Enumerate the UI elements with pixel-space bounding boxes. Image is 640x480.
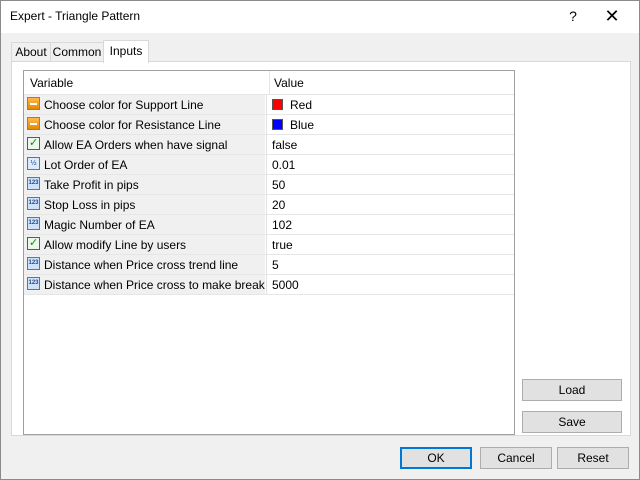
value-text: 20 bbox=[272, 198, 286, 212]
value-cell[interactable]: 50 bbox=[266, 175, 514, 194]
value-cell[interactable]: 102 bbox=[266, 215, 514, 234]
variable-label: Stop Loss in pips bbox=[44, 198, 136, 212]
value-cell[interactable]: Red bbox=[266, 95, 514, 114]
table-row[interactable]: 123 Distance when Price cross trend line… bbox=[24, 255, 514, 275]
variable-cell[interactable]: Allow modify Line by users bbox=[24, 235, 265, 254]
value-cell[interactable]: false bbox=[266, 135, 514, 154]
table-row[interactable]: 123 Distance when Price cross to make br… bbox=[24, 275, 514, 295]
value-cell[interactable]: 5000 bbox=[266, 275, 514, 294]
value-text: false bbox=[272, 138, 298, 152]
value-text: Red bbox=[290, 98, 313, 112]
number-icon: 123 bbox=[27, 177, 40, 190]
table-row[interactable]: ½ Lot Order of EA 0.01 bbox=[24, 155, 514, 175]
variable-label: Choose color for Support Line bbox=[44, 98, 204, 112]
value-text: Blue bbox=[290, 118, 315, 132]
value-text: 5 bbox=[272, 258, 279, 272]
variable-label: Lot Order of EA bbox=[44, 158, 128, 172]
variable-cell[interactable]: Choose color for Support Line bbox=[24, 95, 265, 114]
variable-label: Choose color for Resistance Line bbox=[44, 118, 221, 132]
reset-button[interactable]: Reset bbox=[557, 447, 629, 469]
variable-cell[interactable]: Choose color for Resistance Line bbox=[24, 115, 265, 134]
header-divider[interactable] bbox=[269, 71, 270, 94]
cancel-button[interactable]: Cancel bbox=[480, 447, 552, 469]
table-row[interactable]: Choose color for Support Line Red bbox=[24, 95, 514, 115]
ok-button[interactable]: OK bbox=[400, 447, 472, 469]
table-row[interactable]: Allow EA Orders when have signal false bbox=[24, 135, 514, 155]
number-icon: 123 bbox=[27, 257, 40, 270]
table-row[interactable]: Allow modify Line by users true bbox=[24, 235, 514, 255]
table-row[interactable]: 123 Take Profit in pips 50 bbox=[24, 175, 514, 195]
variable-label: Magic Number of EA bbox=[44, 218, 155, 232]
inputs-panel: Variable Value Choose color for Support … bbox=[11, 61, 631, 436]
variable-cell[interactable]: 123 Magic Number of EA bbox=[24, 215, 265, 234]
table-row[interactable]: Choose color for Resistance Line Blue bbox=[24, 115, 514, 135]
help-button[interactable]: ? bbox=[564, 5, 582, 27]
bool-icon bbox=[27, 136, 40, 150]
table-row[interactable]: 123 Magic Number of EA 102 bbox=[24, 215, 514, 235]
variable-cell[interactable]: 123 Distance when Price cross to make br… bbox=[24, 275, 295, 294]
value-text: 50 bbox=[272, 178, 286, 192]
window-title: Expert - Triangle Pattern bbox=[10, 9, 141, 23]
value-text: true bbox=[272, 238, 293, 252]
dialog-window: Expert - Triangle Pattern ? ✕ About Comm… bbox=[0, 0, 640, 480]
bool-icon bbox=[27, 236, 40, 250]
variable-cell[interactable]: Allow EA Orders when have signal bbox=[24, 135, 265, 154]
color-swatch bbox=[272, 99, 283, 110]
value-column-header[interactable]: Value bbox=[274, 76, 304, 90]
value-cell[interactable]: 5 bbox=[266, 255, 514, 274]
grid-header: Variable Value bbox=[24, 71, 514, 95]
variable-cell[interactable]: 123 Distance when Price cross trend line bbox=[24, 255, 265, 274]
value-cell[interactable]: 20 bbox=[266, 195, 514, 214]
save-button[interactable]: Save bbox=[522, 411, 622, 433]
variable-cell[interactable]: 123 Take Profit in pips bbox=[24, 175, 265, 194]
value-cell[interactable]: Blue bbox=[266, 115, 514, 134]
variable-label: Distance when Price cross to make break … bbox=[44, 278, 296, 292]
color-icon bbox=[27, 117, 40, 130]
tab-about[interactable]: About bbox=[11, 42, 51, 62]
value-cell[interactable]: true bbox=[266, 235, 514, 254]
tab-inputs[interactable]: Inputs bbox=[103, 40, 149, 63]
value-text: 102 bbox=[272, 218, 293, 232]
table-row[interactable]: 123 Stop Loss in pips 20 bbox=[24, 195, 514, 215]
number-icon: 123 bbox=[27, 197, 40, 210]
variable-cell[interactable]: 123 Stop Loss in pips bbox=[24, 195, 265, 214]
number-icon: 123 bbox=[27, 277, 40, 290]
tab-common[interactable]: Common bbox=[50, 42, 104, 62]
color-icon bbox=[27, 97, 40, 110]
variable-column-header[interactable]: Variable bbox=[30, 76, 73, 90]
variable-label: Allow EA Orders when have signal bbox=[44, 138, 228, 152]
value-text: 0.01 bbox=[272, 158, 296, 172]
close-button[interactable]: ✕ bbox=[601, 5, 623, 27]
load-button[interactable]: Load bbox=[522, 379, 622, 401]
color-swatch bbox=[272, 119, 283, 130]
variable-label: Take Profit in pips bbox=[44, 178, 139, 192]
title-bar: Expert - Triangle Pattern ? ✕ bbox=[1, 1, 639, 33]
inputs-grid: Variable Value Choose color for Support … bbox=[23, 70, 515, 435]
variable-cell[interactable]: ½ Lot Order of EA bbox=[24, 155, 265, 174]
variable-label: Allow modify Line by users bbox=[44, 238, 187, 252]
value-cell[interactable]: 0.01 bbox=[266, 155, 514, 174]
variable-label: Distance when Price cross trend line bbox=[44, 258, 239, 272]
number-icon: 123 bbox=[27, 217, 40, 230]
value-text: 5000 bbox=[272, 278, 299, 292]
fraction-icon: ½ bbox=[27, 157, 40, 170]
